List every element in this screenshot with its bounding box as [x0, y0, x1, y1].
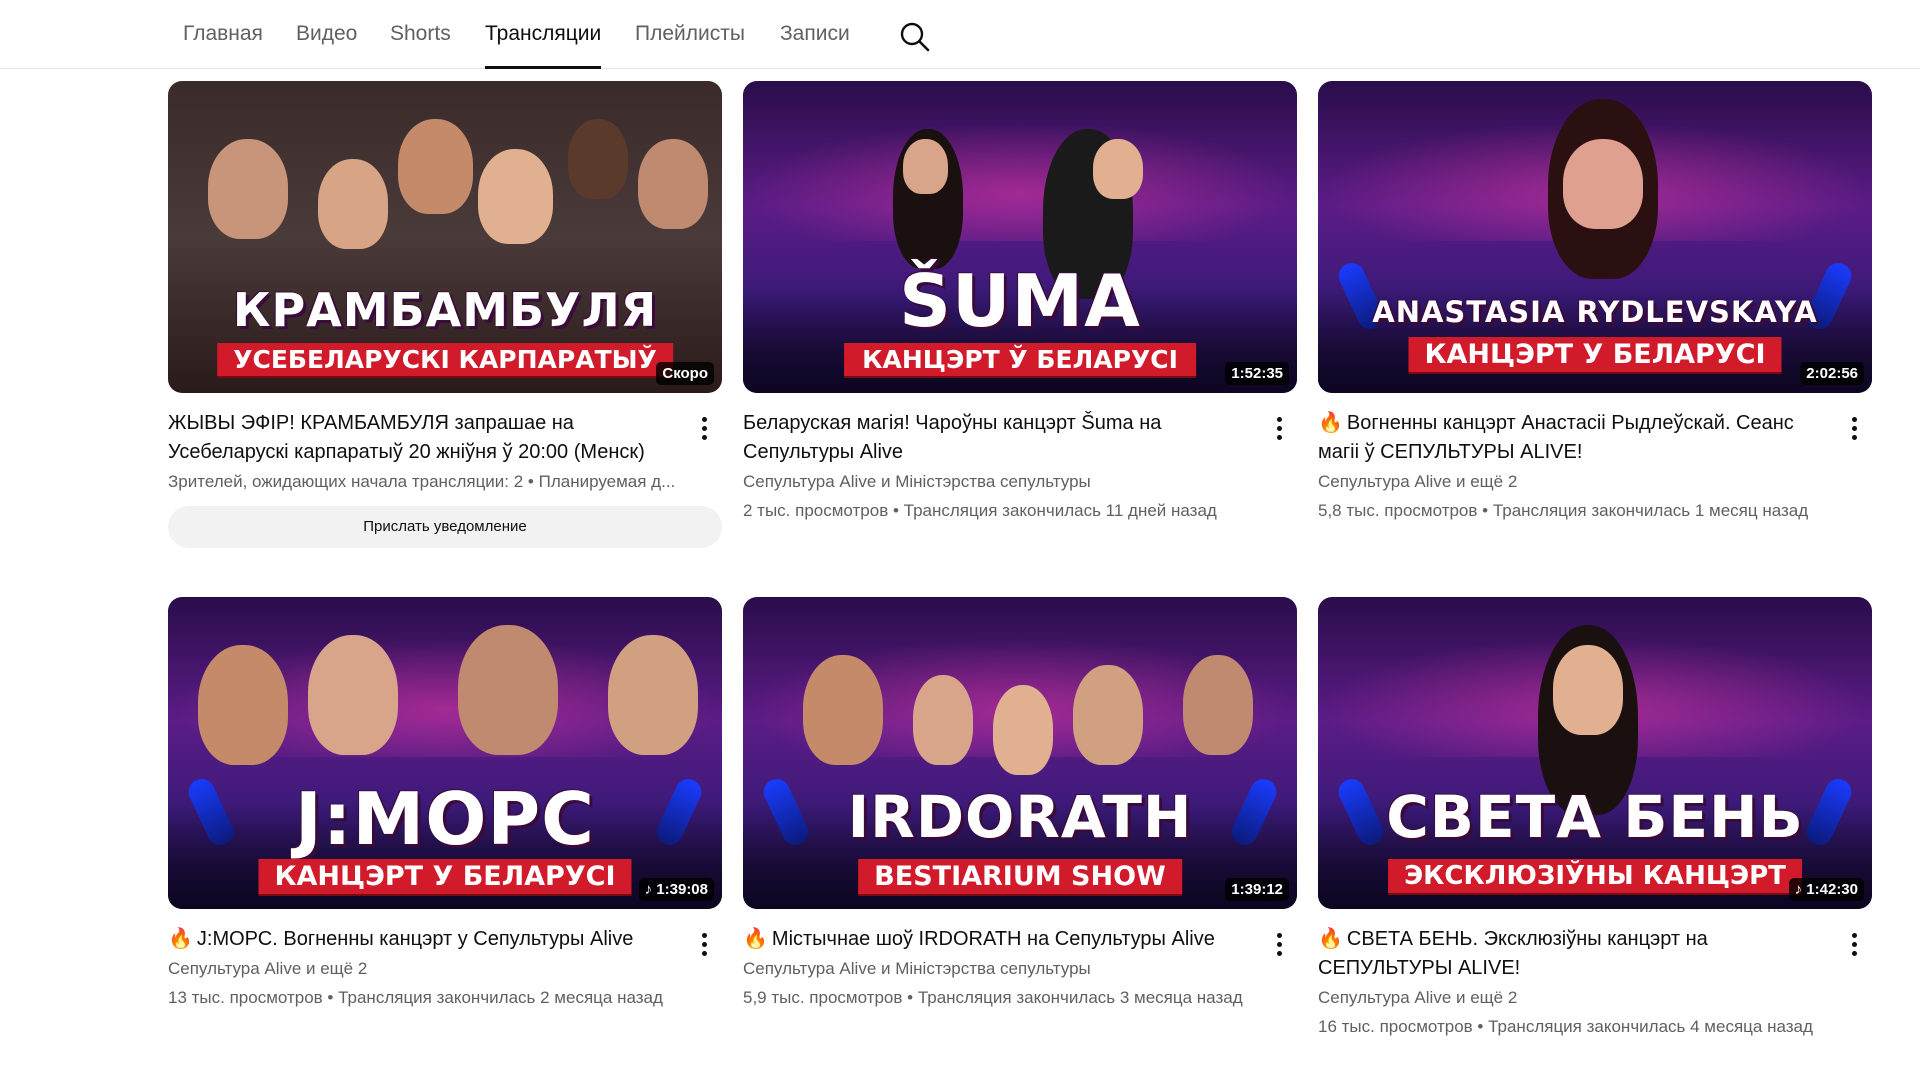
video-thumbnail[interactable]: J:МОРС КАНЦЭРТ У БЕЛАРУСІ ♪ 1:39:08 [168, 597, 722, 909]
video-channel[interactable]: Сепультура Alive и Міністэрства сепульту… [743, 954, 1253, 983]
more-options-icon[interactable] [1842, 413, 1866, 443]
search-icon[interactable] [898, 20, 932, 54]
fire-icon: 🔥 [1318, 928, 1343, 950]
thumbnail-banner: BESTIARIUM SHOW [858, 859, 1182, 894]
tab-live[interactable]: Трансляции [485, 22, 602, 69]
video-card: ANASTASIA RYDLEVSKAYA КАНЦЭРТ У БЕЛАРУСІ… [1318, 81, 1872, 525]
video-thumbnail[interactable]: КРАМБАМБУЛЯ УСЕБЕЛАРУСКІ КАРПАРАТЫЎ Скор… [168, 81, 722, 393]
video-subtitle: Зрителей, ожидающих начала трансляции: 2… [168, 472, 676, 491]
thumbnail-title: IRDORATH [847, 783, 1193, 851]
video-meta: Беларуская магія! Чароўны канцэрт Šuma н… [743, 409, 1297, 525]
thumbnail-title: ŠUMA [899, 259, 1141, 343]
video-meta: 🔥 СВЕТА БЕНЬ. Эксклюзіўны канцэрт на СЕПУ… [1318, 925, 1872, 1041]
tab-shorts[interactable]: Shorts [390, 22, 451, 69]
duration-badge: 1:39:12 [1225, 878, 1289, 901]
video-thumbnail[interactable]: СВЕТА БЕНЬ ЭКСКЛЮЗІЎНЫ КАНЦЭРТ ♪ 1:42:30 [1318, 597, 1872, 909]
video-title-text: J:МОРС. Вогненны канцэрт у Сепультуры Al… [196, 928, 634, 950]
video-channel[interactable]: Сепультура Alive и ещё 2 [1318, 467, 1828, 496]
more-options-icon[interactable] [1842, 929, 1866, 959]
video-stats: 5,9 тыс. просмотров • Трансляция закончи… [743, 988, 1243, 1007]
video-stats: 5,8 тыс. просмотров • Трансляция закончи… [1318, 501, 1809, 520]
video-thumbnail[interactable]: IRDORATH BESTIARIUM SHOW 1:39:12 [743, 597, 1297, 909]
video-stats: 13 тыс. просмотров • Трансляция закончил… [168, 988, 663, 1007]
fire-icon: 🔥 [1318, 412, 1343, 434]
more-options-icon[interactable] [1267, 929, 1291, 959]
video-title-text: Вогненны канцэрт Анастасіі Рыдлеўскай. С… [1318, 412, 1794, 463]
tab-home[interactable]: Главная [183, 22, 263, 69]
video-card: СВЕТА БЕНЬ ЭКСКЛЮЗІЎНЫ КАНЦЭРТ ♪ 1:42:30… [1318, 597, 1872, 1041]
video-title[interactable]: Беларуская магія! Чароўны канцэрт Šuma н… [743, 409, 1253, 467]
notify-button[interactable]: Прислать уведомление [168, 506, 722, 548]
video-meta: 🔥 Вогненны канцэрт Анастасіі Рыдлеўскай. … [1318, 409, 1872, 525]
duration-badge: 2:02:56 [1800, 362, 1864, 385]
video-channel[interactable]: Сепультура Alive и Міністэрства сепульту… [743, 467, 1253, 496]
video-title[interactable]: 🔥 СВЕТА БЕНЬ. Эксклюзіўны канцэрт на СЕПУ… [1318, 925, 1828, 983]
fire-icon: 🔥 [168, 928, 193, 950]
video-card: IRDORATH BESTIARIUM SHOW 1:39:12 🔥 Містыч… [743, 597, 1297, 1012]
video-meta: ЖЫВЫ ЭФІР! КРАМБАМБУЛЯ запрашае на Усебе… [168, 409, 722, 496]
video-meta: 🔥 J:МОРС. Вогненны канцэрт у Сепультуры A… [168, 925, 722, 1012]
video-stats: 2 тыс. просмотров • Трансляция закончила… [743, 501, 1217, 520]
duration-badge: ♪ 1:39:08 [638, 878, 714, 901]
video-stats: 16 тыс. просмотров • Трансляция закончил… [1318, 1017, 1813, 1036]
thumbnail-photo [168, 99, 722, 309]
video-card: КРАМБАМБУЛЯ УСЕБЕЛАРУСКІ КАРПАРАТЫЎ Скор… [168, 81, 722, 548]
thumbnail-title: КРАМБАМБУЛЯ [232, 283, 658, 337]
upcoming-badge: Скоро [656, 362, 714, 385]
video-thumbnail[interactable]: ŠUMA КАНЦЭРТ Ў БЕЛАРУСІ 1:52:35 [743, 81, 1297, 393]
video-thumbnail[interactable]: ANASTASIA RYDLEVSKAYA КАНЦЭРТ У БЕЛАРУСІ… [1318, 81, 1872, 393]
more-options-icon[interactable] [1267, 413, 1291, 443]
thumbnail-photo [1318, 99, 1872, 309]
thumbnail-banner: ЭКСКЛЮЗІЎНЫ КАНЦЭРТ [1388, 859, 1802, 893]
more-options-icon[interactable] [692, 929, 716, 959]
duration-badge: 1:52:35 [1225, 362, 1289, 385]
video-title[interactable]: 🔥 Вогненны канцэрт Анастасіі Рыдлеўскай. … [1318, 409, 1828, 467]
video-title[interactable]: 🔥 Містычнае шоў IRDORATH на Сепультуры Al… [743, 925, 1253, 954]
video-card: J:МОРС КАНЦЭРТ У БЕЛАРУСІ ♪ 1:39:08 🔥 J:М… [168, 597, 722, 1012]
thumbnail-title: J:МОРС [294, 777, 596, 861]
video-meta: 🔥 Містычнае шоў IRDORATH на Сепультуры Al… [743, 925, 1297, 1012]
thumbnail-banner: КАНЦЭРТ У БЕЛАРУСІ [1408, 337, 1782, 372]
duration-badge: ♪ 1:42:30 [1788, 878, 1864, 901]
video-title[interactable]: ЖЫВЫ ЭФІР! КРАМБАМБУЛЯ запрашае на Усебе… [168, 409, 678, 467]
video-title[interactable]: 🔥 J:МОРС. Вогненны канцэрт у Сепультуры A… [168, 925, 678, 954]
thumbnail-title: ANASTASIA RYDLEVSKAYA [1372, 295, 1818, 329]
more-options-icon[interactable] [692, 413, 716, 443]
channel-tabs: Главная Видео Shorts Трансляции Плейлист… [0, 0, 1920, 69]
video-channel[interactable]: Сепультура Alive и ещё 2 [1318, 983, 1828, 1012]
tab-playlists[interactable]: Плейлисты [635, 22, 745, 69]
video-title-text: СВЕТА БЕНЬ. Эксклюзіўны канцэрт на СЕПУЛ… [1318, 928, 1708, 979]
thumbnail-banner: УСЕБЕЛАРУСКІ КАРПАРАТЫЎ [217, 343, 673, 376]
video-title-text: Містычнае шоў IRDORATH на Сепультуры Ali… [771, 928, 1215, 950]
tab-videos[interactable]: Видео [296, 22, 357, 69]
video-channel[interactable]: Сепультура Alive и ещё 2 [168, 954, 678, 983]
video-title-text: Беларуская магія! Чароўны канцэрт Šuma н… [743, 412, 1162, 463]
video-card: ŠUMA КАНЦЭРТ Ў БЕЛАРУСІ 1:52:35 Беларуск… [743, 81, 1297, 525]
thumbnail-banner: КАНЦЭРТ Ў БЕЛАРУСІ [844, 343, 1196, 376]
thumbnail-banner: КАНЦЭРТ У БЕЛАРУСІ [258, 859, 632, 894]
fire-icon: 🔥 [743, 928, 768, 950]
thumbnail-title: СВЕТА БЕНЬ [1386, 783, 1804, 851]
tab-posts[interactable]: Записи [780, 22, 850, 69]
